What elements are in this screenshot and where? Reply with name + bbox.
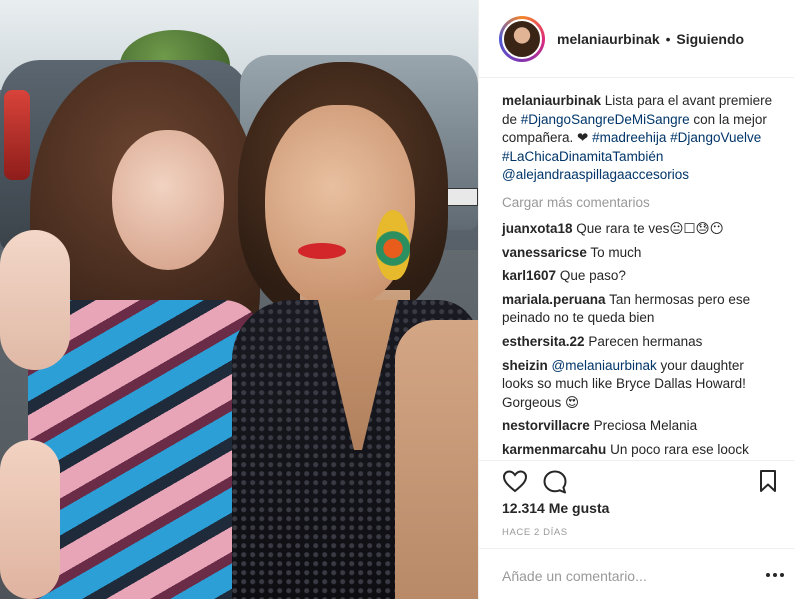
post-side-panel: melaniaurbinak • Siguiendo melaniaurbina…: [478, 0, 794, 599]
hashtag-link[interactable]: #DjangoVuelve: [670, 130, 761, 145]
avatar[interactable]: [502, 18, 542, 59]
comment-text: Un poco rara ese loock: [610, 441, 749, 457]
bookmark-icon[interactable]: [759, 469, 777, 493]
post-timestamp[interactable]: HACE 2 DÍAS: [502, 527, 568, 538]
hashtag-link[interactable]: #LaChicaDinamitaTambién: [502, 149, 663, 164]
comment-input[interactable]: [502, 565, 742, 587]
instagram-post: melaniaurbinak • Siguiendo melaniaurbina…: [0, 0, 794, 599]
comment-username[interactable]: sheizin: [502, 358, 548, 373]
comment-item: vanessaricse To much: [502, 244, 775, 263]
comment-username[interactable]: karmenmarcahu: [502, 442, 606, 457]
post-photo[interactable]: [0, 0, 478, 599]
woman-shoulder: [395, 320, 478, 599]
more-options-icon[interactable]: [763, 566, 787, 584]
comment-text: Que paso?: [559, 268, 626, 284]
comment-text: Que rara te ves😐☐😓😶: [576, 220, 724, 236]
comment-username[interactable]: juanxota18: [502, 221, 573, 236]
comment-username[interactable]: mariala.peruana: [502, 292, 606, 307]
comment-item: sheizin @melaniaurbinak your daughter lo…: [502, 357, 775, 413]
comment-username[interactable]: vanessaricse: [502, 245, 587, 260]
comment-item: karl1607 Que paso?: [502, 267, 775, 286]
comment-item: mariala.peruana Tan hermosas pero ese pe…: [502, 291, 775, 328]
heart-icon[interactable]: [502, 469, 528, 493]
follow-status-button[interactable]: Siguiendo: [676, 31, 744, 47]
comments-section[interactable]: melaniaurbinak Lista para el avant premi…: [479, 78, 794, 460]
load-more-comments-link[interactable]: Cargar más comentarios: [502, 195, 775, 210]
more-dot: [766, 573, 770, 577]
woman-earring: [376, 210, 410, 280]
post-caption: melaniaurbinak Lista para el avant premi…: [502, 92, 775, 185]
header-separator: •: [665, 30, 671, 47]
comment-text: Preciosa Melania: [593, 418, 698, 434]
more-dot: [773, 573, 777, 577]
comment-username[interactable]: nestorvillacre: [502, 418, 590, 433]
comment-text: To much: [590, 244, 642, 260]
hashtag-link[interactable]: #madreehija: [592, 130, 666, 145]
avatar-story-ring[interactable]: [499, 15, 545, 62]
car-taillight: [4, 90, 30, 180]
header-text: melaniaurbinak • Siguiendo: [557, 31, 744, 47]
action-bar: [479, 460, 794, 496]
comment-item: karmenmarcahu Un poco rara ese loock: [502, 441, 775, 460]
more-dot: [780, 573, 784, 577]
comment-username[interactable]: esthersita.22: [502, 334, 585, 349]
hashtag-link[interactable]: #DjangoSangreDeMiSangre: [521, 112, 690, 127]
add-comment-bar: [479, 548, 794, 599]
comment-icon[interactable]: [542, 469, 568, 495]
comment-item: juanxota18 Que rara te ves😐☐😓😶: [502, 220, 775, 239]
woman-lips: [298, 243, 346, 259]
mention-link[interactable]: @alejandraaspillagaaccesorios: [502, 167, 689, 182]
caption-username[interactable]: melaniaurbinak: [502, 93, 601, 108]
comment-text: Parecen hermanas: [588, 333, 703, 349]
raised-hand: [0, 230, 70, 370]
likes-count[interactable]: 12.314 Me gusta: [502, 500, 609, 516]
post-header: melaniaurbinak • Siguiendo: [479, 0, 794, 78]
comment-username[interactable]: karl1607: [502, 268, 556, 283]
header-username[interactable]: melaniaurbinak: [557, 31, 660, 47]
girl-face: [112, 130, 224, 270]
comment-item: esthersita.22 Parecen hermanas: [502, 333, 775, 352]
girl-arm: [0, 440, 60, 599]
mention-link[interactable]: @melaniaurbinak: [552, 358, 657, 373]
comment-item: nestorvillacre Preciosa Melania: [502, 417, 775, 436]
